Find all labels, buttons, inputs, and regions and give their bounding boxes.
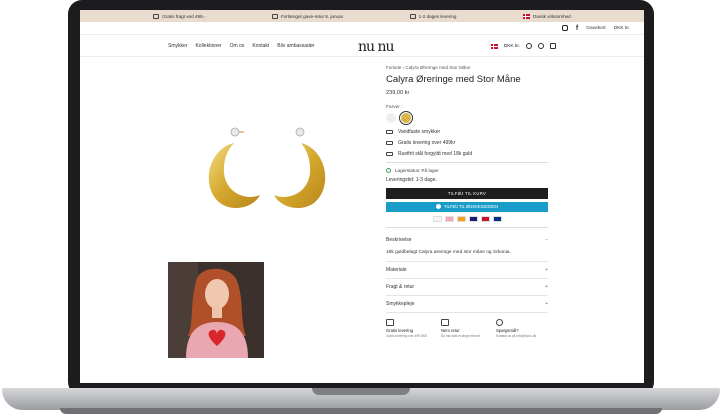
perk-item: Nem retur Du har altid et langt returret: [441, 319, 493, 338]
truck-icon: [409, 13, 416, 19]
color-label: Farver :: [386, 105, 403, 110]
product-info: Forside › Calyra Øreringe med Stor Måne …: [386, 65, 548, 338]
mastercard-icon: [456, 215, 466, 222]
currency-selector[interactable]: DKK kr.: [614, 26, 630, 31]
breadcrumb[interactable]: Forside › Calyra Øreringe med Stor Måne: [386, 65, 548, 70]
payment-icons: [386, 215, 548, 222]
product-title: Calyra Øreringe med Stor Måne: [386, 74, 521, 85]
announcement-item: Forlænget gave-retur 8. januar: [271, 13, 343, 19]
question-icon: [496, 319, 503, 326]
site-logo[interactable]: nu nu: [358, 39, 395, 55]
announcement-bar: Gratis fragt ved 499,- Forlænget gave-re…: [80, 10, 644, 22]
product-page: Forside › Calyra Øreringe med Stor Måne …: [80, 57, 644, 383]
announcement-item: 1-2 dages levering: [409, 13, 456, 19]
apple-pay-icon: [432, 215, 442, 222]
stock-status: Lagerstatus: På lager: [386, 167, 548, 173]
search-icon[interactable]: [538, 43, 544, 49]
laptop-frame: Gratis fragt ved 499,- Forlænget gave-re…: [0, 0, 722, 420]
account-icon[interactable]: [526, 43, 532, 49]
accordion-material[interactable]: Materiale +: [386, 262, 548, 279]
instagram-icon[interactable]: [561, 25, 568, 31]
delivery-time: Leveringstid: 1-3 dage.: [386, 176, 437, 183]
cart-icon[interactable]: [550, 43, 556, 49]
description-text: 18k guldbelagt Calyra øreringe med stor …: [386, 248, 548, 262]
accordion-shipping[interactable]: Fragt & retur +: [386, 279, 548, 296]
nav-actions: DKK kr.: [490, 43, 556, 49]
locale-selector[interactable]: DKK kr.: [504, 44, 520, 49]
heart-icon: [435, 204, 441, 209]
perks-row: Gratis levering Gratis levering over 499 …: [386, 319, 548, 338]
nav-link-kontakt[interactable]: Kontakt: [252, 43, 269, 49]
nav-link-kollektioner[interactable]: Kollektioner: [195, 43, 221, 49]
accordion-description[interactable]: Beskrivelse −: [386, 232, 548, 248]
nav-link-om-os[interactable]: Om os: [230, 43, 245, 49]
perk-item: Gratis levering Gratis levering over 499 …: [386, 319, 438, 338]
divider: [386, 162, 548, 163]
nav-links: Smykker Kollektioner Om os Kontakt Bliv …: [168, 43, 315, 49]
feature-item: Rustfrit stål forgyldt med 18k guld: [386, 151, 548, 157]
add-to-cart-button[interactable]: TILFØJ TIL KURV: [386, 187, 548, 199]
model-photo: [168, 262, 264, 358]
feature-item: Gratis levering over 499kr: [386, 140, 548, 146]
perk-item: Spørgsmål? Kontakt os på info@nunu.dk: [496, 319, 548, 338]
swatch-silver[interactable]: [386, 113, 396, 123]
product-price: 239,00 kr: [386, 90, 410, 96]
product-image-model[interactable]: [168, 262, 264, 358]
giftcard-link[interactable]: Gavekort: [586, 26, 605, 31]
waterproof-icon: [386, 130, 393, 134]
nav-link-ambassador[interactable]: Bliv ambassadør: [277, 43, 314, 49]
danish-flag-icon: [490, 43, 498, 49]
product-image-main[interactable]: [168, 65, 362, 257]
box-icon: [386, 319, 394, 326]
accordion-care[interactable]: Smykkepleje +: [386, 296, 548, 313]
paypal-icon: [492, 215, 502, 222]
visa-icon: [468, 215, 478, 222]
main-nav: Smykker Kollektioner Om os Kontakt Bliv …: [80, 35, 644, 57]
truck-icon: [386, 141, 393, 145]
truck-icon: [386, 152, 393, 156]
return-icon: [441, 319, 449, 326]
plus-icon: +: [545, 301, 548, 307]
swatch-gold[interactable]: [399, 111, 413, 125]
check-circle-icon: [386, 167, 391, 173]
add-to-wishlist-button[interactable]: TILFØJ TIL ØNSKESEDDEN: [386, 201, 548, 212]
plus-icon: +: [545, 284, 548, 290]
divider: [386, 226, 548, 227]
danish-flag-icon: [522, 13, 530, 19]
facebook-icon[interactable]: f: [576, 25, 578, 32]
moon-earrings-image: [208, 127, 326, 209]
klarna-icon: [444, 215, 454, 222]
feature-list: Vandfaste smykker Gratis levering over 4…: [386, 129, 548, 157]
gift-icon: [271, 13, 278, 19]
dankort-icon: [480, 215, 490, 222]
feature-item: Vandfaste smykker: [386, 129, 548, 135]
laptop-foot: [60, 408, 662, 414]
screen: Gratis fragt ved 499,- Forlænget gave-re…: [80, 10, 644, 383]
plus-icon: +: [545, 267, 548, 273]
nav-link-smykker[interactable]: Smykker: [168, 43, 187, 49]
box-icon: [153, 13, 160, 19]
minus-icon: −: [545, 237, 548, 243]
announcement-item: Gratis fragt ved 499,-: [153, 13, 205, 19]
color-swatches: [386, 111, 548, 125]
laptop-notch: [312, 388, 410, 395]
announcement-item: Dansk virksomhed: [522, 13, 571, 19]
utility-bar: f Gavekort DKK kr.: [80, 22, 644, 35]
